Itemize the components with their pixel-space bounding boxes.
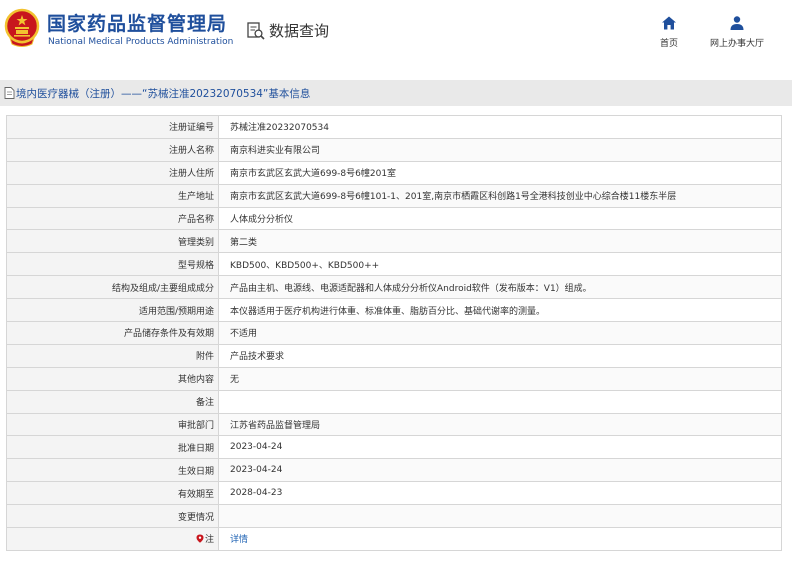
field-value xyxy=(218,389,782,414)
field-label: 变更情况 xyxy=(6,504,219,529)
field-value: 南京市玄武区玄武大道699-8号6幢101-1、201室,南京市栖霞区科创路1号… xyxy=(218,183,782,208)
nav-home[interactable]: 首页 xyxy=(660,15,678,49)
field-label: 审批部门 xyxy=(6,412,219,437)
note-value-cell: 详情 xyxy=(218,527,782,551)
field-value: 2023-04-24 xyxy=(218,458,782,483)
table-row: 型号规格 KBD500、KBD500+、KBD500++ xyxy=(6,252,782,277)
site-title[interactable]: 国家药品监督管理局 xyxy=(47,9,227,36)
home-icon xyxy=(662,16,676,30)
note-label-cell: 注 xyxy=(6,527,219,551)
field-value: 产品由主机、电源线、电源适配器和人体成分分析仪Android软件（发布版本：V1… xyxy=(218,275,782,300)
note-label: 注 xyxy=(204,535,214,546)
field-value: 2023-04-24 xyxy=(218,435,782,460)
field-label: 管理类别 xyxy=(6,229,219,254)
field-value: 江苏省药品监督管理局 xyxy=(218,412,782,437)
field-value: 本仪器适用于医疗机构进行体重、标准体重、脂肪百分比、基础代谢率的测量。 xyxy=(218,298,782,323)
field-label: 批准日期 xyxy=(6,435,219,460)
nav-online-service-hall[interactable]: 网上办事大厅 xyxy=(710,15,764,49)
field-label: 注册人住所 xyxy=(6,160,219,185)
table-row: 审批部门 江苏省药品监督管理局 xyxy=(6,412,782,437)
table-row: 结构及组成/主要组成成分 产品由主机、电源线、电源适配器和人体成分分析仪Andro… xyxy=(6,275,782,300)
field-label: 生产地址 xyxy=(6,183,219,208)
field-label: 注册人名称 xyxy=(6,137,219,162)
nav-service-label: 网上办事大厅 xyxy=(710,39,765,49)
nav-home-label: 首页 xyxy=(660,39,679,49)
table-row: 产品储存条件及有效期 不适用 xyxy=(6,321,782,345)
field-label: 型号规格 xyxy=(6,252,219,277)
table-row: 生产地址 南京市玄武区玄武大道699-8号6幢101-1、201室,南京市栖霞区科… xyxy=(6,183,782,208)
table-row: 其他内容无 xyxy=(6,366,782,391)
field-value: KBD500、KBD500+、KBD500++ xyxy=(218,252,782,277)
field-label: 备注 xyxy=(6,389,219,414)
field-value: 不适用 xyxy=(218,321,782,345)
field-value: 产品技术要求 xyxy=(218,343,782,368)
table-row: 注册人名称 南京科进实业有限公司 xyxy=(6,137,782,162)
table-row: 生效日期 2023-04-24 xyxy=(6,458,782,483)
field-value: 无 xyxy=(218,366,782,391)
field-label: 有效期至 xyxy=(6,481,219,506)
field-value: 人体成分分析仪 xyxy=(218,206,782,231)
field-label: 结构及组成/主要组成成分 xyxy=(6,275,219,300)
page-title-bar: 境内医疗器械（注册）——“苏械注准20232070534”基本信息 xyxy=(0,80,792,106)
table-row: 管理类别 第二类 xyxy=(6,229,782,254)
field-value xyxy=(218,504,782,529)
field-value: 苏械注准20232070534 xyxy=(218,115,782,139)
table-row: 注册人住所 南京市玄武区玄武大道699-8号6幢201室 xyxy=(6,160,782,185)
national-emblem-icon xyxy=(4,8,40,47)
field-label: 适用范围/预期用途 xyxy=(6,298,219,323)
field-value: 2028-04-23 xyxy=(218,481,782,506)
user-icon xyxy=(730,16,744,30)
data-query-heading[interactable]: 数据查询 xyxy=(246,20,329,41)
field-label: 产品名称 xyxy=(6,206,219,231)
table-row: 附件 产品技术要求 xyxy=(6,343,782,368)
table-row: 有效期至 2028-04-23 xyxy=(6,481,782,506)
details-link[interactable]: 详情 xyxy=(230,535,248,545)
location-pin-icon xyxy=(196,534,204,544)
field-label: 生效日期 xyxy=(6,458,219,483)
site-header: 国家药品监督管理局 National Medical Products Admi… xyxy=(0,0,792,66)
table-row: 备注 xyxy=(6,389,782,414)
field-label: 注册证编号 xyxy=(6,115,219,139)
registration-info-table: 注册证编号 苏械注准20232070534 注册人名称 南京科进实业有限公司 注册人住所… xyxy=(6,115,782,551)
table-row: 产品名称 人体成分分析仪 xyxy=(6,206,782,231)
page-title: 境内医疗器械（注册）——“苏械注准20232070534”基本信息 xyxy=(16,87,311,100)
field-label: 附件 xyxy=(6,343,219,368)
search-document-icon xyxy=(247,21,265,40)
table-row: 批准日期 2023-04-24 xyxy=(6,435,782,460)
field-label: 其他内容 xyxy=(6,366,219,391)
table-row: 变更情况 xyxy=(6,504,782,529)
field-value: 南京科进实业有限公司 xyxy=(218,137,782,162)
data-query-label: 数据查询 xyxy=(269,22,330,40)
field-value: 第二类 xyxy=(218,229,782,254)
document-icon xyxy=(4,87,15,99)
table-row: 注册证编号 苏械注准20232070534 xyxy=(6,115,782,139)
field-value: 南京市玄武区玄武大道699-8号6幢201室 xyxy=(218,160,782,185)
site-subtitle: National Medical Products Administration xyxy=(48,37,234,47)
field-label: 产品储存条件及有效期 xyxy=(6,321,219,345)
note-row: 注 详情 xyxy=(6,527,782,551)
table-row: 适用范围/预期用途 本仪器适用于医疗机构进行体重、标准体重、脂肪百分比、基础代谢率… xyxy=(6,298,782,323)
